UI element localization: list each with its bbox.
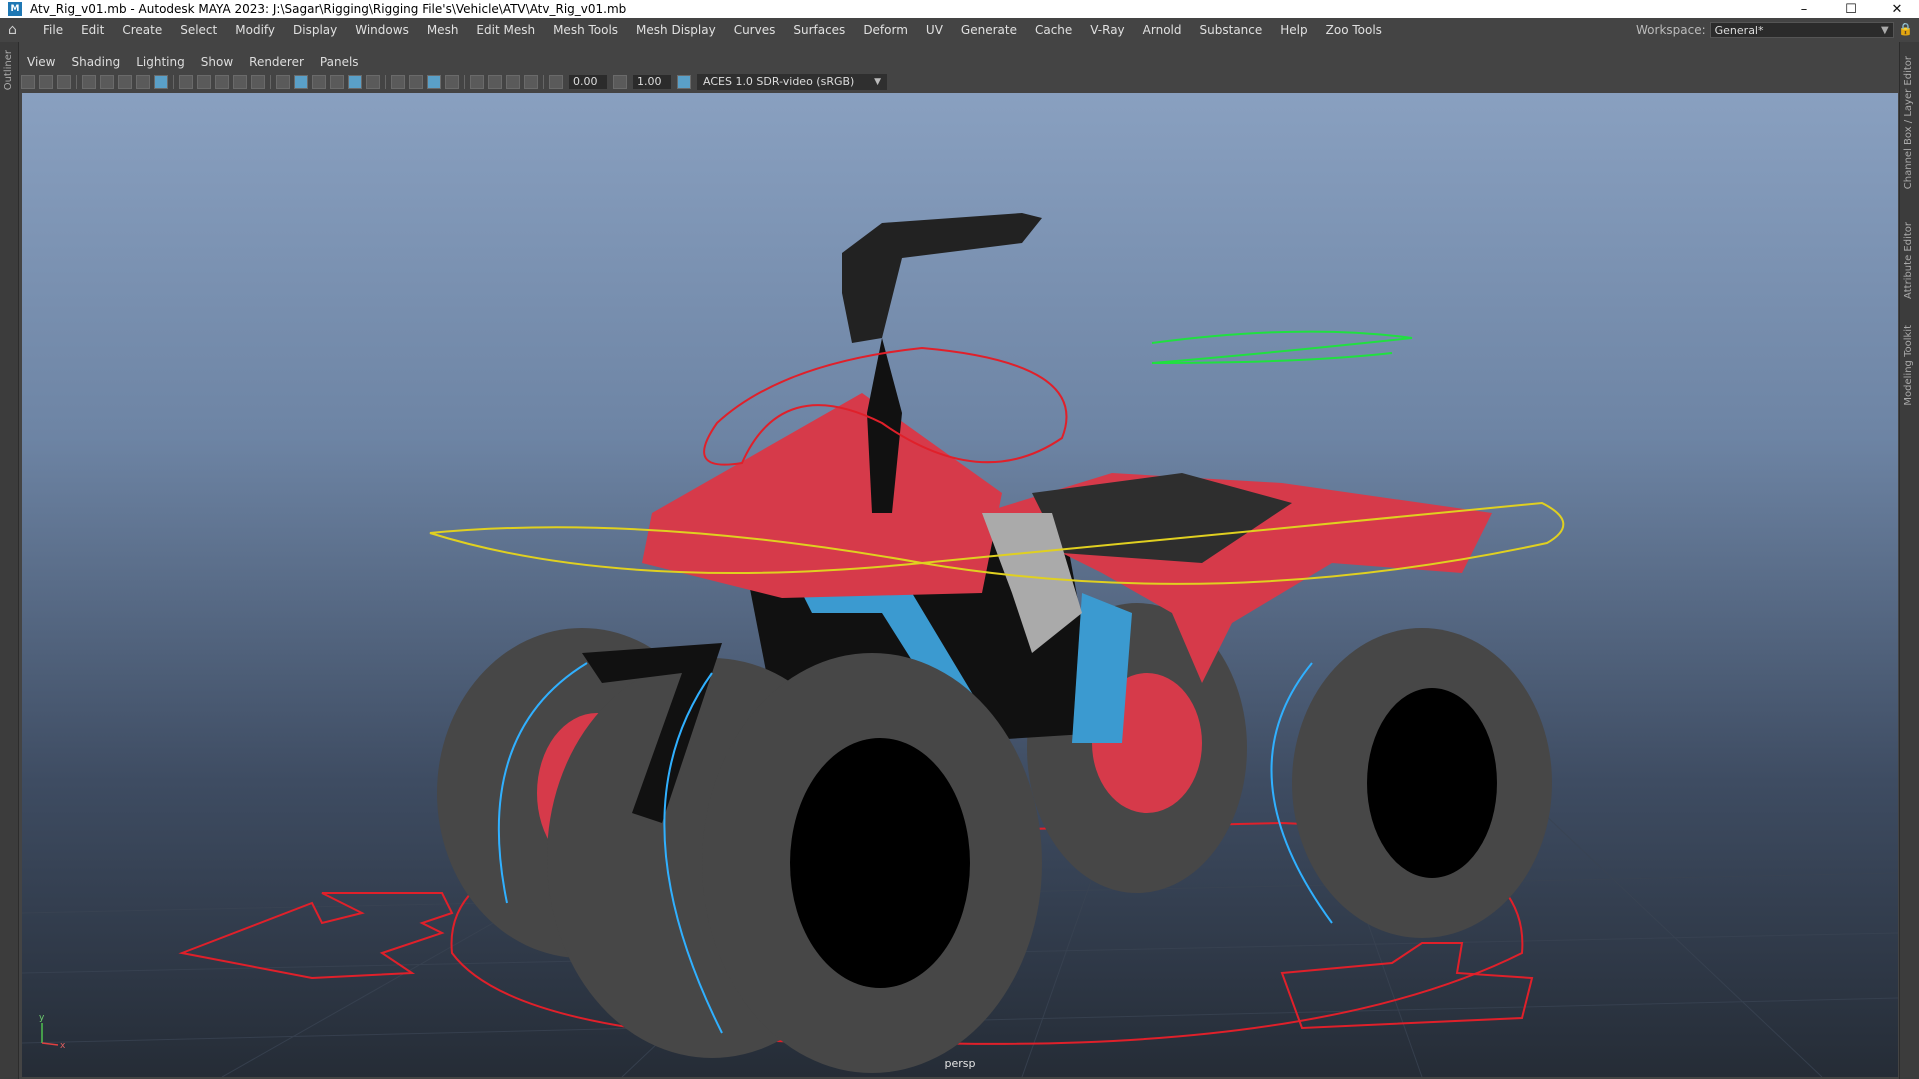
axis-y-label: y — [39, 1013, 45, 1023]
panel-menu-panels[interactable]: Panels — [312, 55, 367, 69]
view-axis-gizmo: y x — [30, 1013, 70, 1053]
minimize-button[interactable]: – — [1782, 0, 1826, 18]
wireframe-icon[interactable] — [276, 75, 290, 89]
xray-joints-icon[interactable] — [506, 75, 520, 89]
outliner-tab[interactable]: Outliner — [3, 50, 14, 90]
safe-title-icon[interactable] — [233, 75, 247, 89]
menu-mesh-tools[interactable]: Mesh Tools — [544, 18, 627, 42]
menu-cache[interactable]: Cache — [1026, 18, 1081, 42]
menu-display[interactable]: Display — [284, 18, 346, 42]
panel-toolbar: 0.00 1.00 ACES 1.0 SDR-video (sRGB) ▼ — [19, 72, 1899, 92]
textured-icon[interactable] — [330, 75, 344, 89]
wireframe-on-shaded-icon[interactable] — [312, 75, 326, 89]
field-chart-icon[interactable] — [251, 75, 265, 89]
channel-box-tab[interactable]: Channel Box / Layer Editor — [1903, 56, 1914, 189]
resolution-gate-icon[interactable] — [154, 75, 168, 89]
view-transform-value: ACES 1.0 SDR-video (sRGB) — [703, 75, 855, 88]
menu-generate[interactable]: Generate — [952, 18, 1026, 42]
image-plane-icon[interactable] — [82, 75, 96, 89]
maximize-button[interactable]: ☐ — [1829, 0, 1873, 18]
xray-icon[interactable] — [488, 75, 502, 89]
workspace-label: Workspace: — [1636, 23, 1706, 37]
exposure-icon[interactable] — [549, 75, 563, 89]
home-icon[interactable]: ⌂ — [8, 22, 24, 38]
maya-app-icon: M — [8, 2, 22, 16]
motion-blur-icon[interactable] — [409, 75, 423, 89]
menu-modify[interactable]: Modify — [226, 18, 284, 42]
anti-aliasing-icon[interactable] — [427, 75, 441, 89]
bookmarks-icon[interactable] — [57, 75, 71, 89]
depth-of-field-icon[interactable] — [445, 75, 459, 89]
menu-substance[interactable]: Substance — [1191, 18, 1272, 42]
screen-space-ao-icon[interactable] — [391, 75, 405, 89]
gamma-field[interactable]: 1.00 — [633, 75, 671, 89]
grease-pencil-icon[interactable] — [118, 75, 132, 89]
toolbar-divider — [76, 75, 77, 89]
menu-mesh-display[interactable]: Mesh Display — [627, 18, 725, 42]
menu-curves[interactable]: Curves — [725, 18, 785, 42]
viewport-3d[interactable]: y x persp — [22, 93, 1898, 1077]
select-camera-icon[interactable] — [21, 75, 35, 89]
use-all-lights-icon[interactable] — [348, 75, 362, 89]
panel-menu-bar: View Shading Lighting Show Renderer Pane… — [19, 52, 1899, 72]
panel-menu-view[interactable]: View — [19, 55, 63, 69]
camera-attributes-icon[interactable] — [39, 75, 53, 89]
menu-deform[interactable]: Deform — [854, 18, 917, 42]
axis-x-label: x — [60, 1041, 66, 1051]
lock-icon[interactable]: 🔒 — [1898, 22, 1913, 38]
chevron-down-icon: ▼ — [874, 77, 881, 87]
menu-arnold[interactable]: Arnold — [1134, 18, 1191, 42]
menu-vray[interactable]: V-Ray — [1081, 18, 1133, 42]
menu-zoo-tools[interactable]: Zoo Tools — [1317, 18, 1391, 42]
camera-lock-icon[interactable] — [136, 75, 150, 89]
gamma-icon[interactable] — [613, 75, 627, 89]
safe-action-icon[interactable] — [215, 75, 229, 89]
left-side-strip: Outliner — [0, 42, 19, 1079]
color-management-icon[interactable] — [677, 75, 691, 89]
2d-pan-zoom-icon[interactable] — [100, 75, 114, 89]
main-menu-bar: ⌂ File Edit Create Select Modify Display… — [0, 18, 1919, 42]
menu-edit-mesh[interactable]: Edit Mesh — [467, 18, 544, 42]
title-bar: M Atv_Rig_v01.mb - Autodesk MAYA 2023: J… — [0, 0, 1919, 18]
camera-name-label: persp — [944, 1057, 976, 1070]
window-title: Atv_Rig_v01.mb - Autodesk MAYA 2023: J:\… — [30, 2, 627, 16]
film-gate-icon[interactable] — [197, 75, 211, 89]
modeling-toolkit-tab[interactable]: Modeling Toolkit — [1903, 325, 1914, 406]
isolate-select-icon[interactable] — [470, 75, 484, 89]
toolbar-divider — [173, 75, 174, 89]
menu-uv[interactable]: UV — [917, 18, 952, 42]
menu-create[interactable]: Create — [113, 18, 171, 42]
panel-menu-renderer[interactable]: Renderer — [241, 55, 312, 69]
chevron-down-icon: ▼ — [1880, 25, 1889, 36]
viewport-scene — [22, 213, 1898, 1077]
toolbar-divider — [270, 75, 271, 89]
menu-mesh[interactable]: Mesh — [418, 18, 468, 42]
workspace-selector: Workspace: General* ▼ — [1636, 21, 1894, 39]
smooth-shade-icon[interactable] — [294, 75, 308, 89]
exposure-field[interactable]: 0.00 — [569, 75, 607, 89]
toolbar-divider — [464, 75, 465, 89]
workspace-value: General* — [1714, 24, 1764, 37]
shadows-icon[interactable] — [366, 75, 380, 89]
panel-menu-lighting[interactable]: Lighting — [128, 55, 193, 69]
grid-icon[interactable] — [179, 75, 193, 89]
menu-file[interactable]: File — [34, 18, 72, 42]
workspace-dropdown[interactable]: General* ▼ — [1709, 22, 1894, 38]
panel-menu-show[interactable]: Show — [193, 55, 241, 69]
menu-surfaces[interactable]: Surfaces — [784, 18, 854, 42]
view-transform-dropdown[interactable]: ACES 1.0 SDR-video (sRGB) ▼ — [697, 74, 887, 90]
toolbar-divider — [543, 75, 544, 89]
attribute-editor-tab[interactable]: Attribute Editor — [1903, 222, 1914, 299]
xray-active-components-icon[interactable] — [524, 75, 538, 89]
panel-menu-shading[interactable]: Shading — [63, 55, 128, 69]
menu-edit[interactable]: Edit — [72, 18, 113, 42]
toolbar-divider — [385, 75, 386, 89]
close-button[interactable]: ✕ — [1875, 0, 1919, 18]
menu-help[interactable]: Help — [1271, 18, 1316, 42]
menu-select[interactable]: Select — [171, 18, 226, 42]
menu-windows[interactable]: Windows — [346, 18, 418, 42]
right-side-strip: Channel Box / Layer Editor Attribute Edi… — [1899, 42, 1919, 1079]
